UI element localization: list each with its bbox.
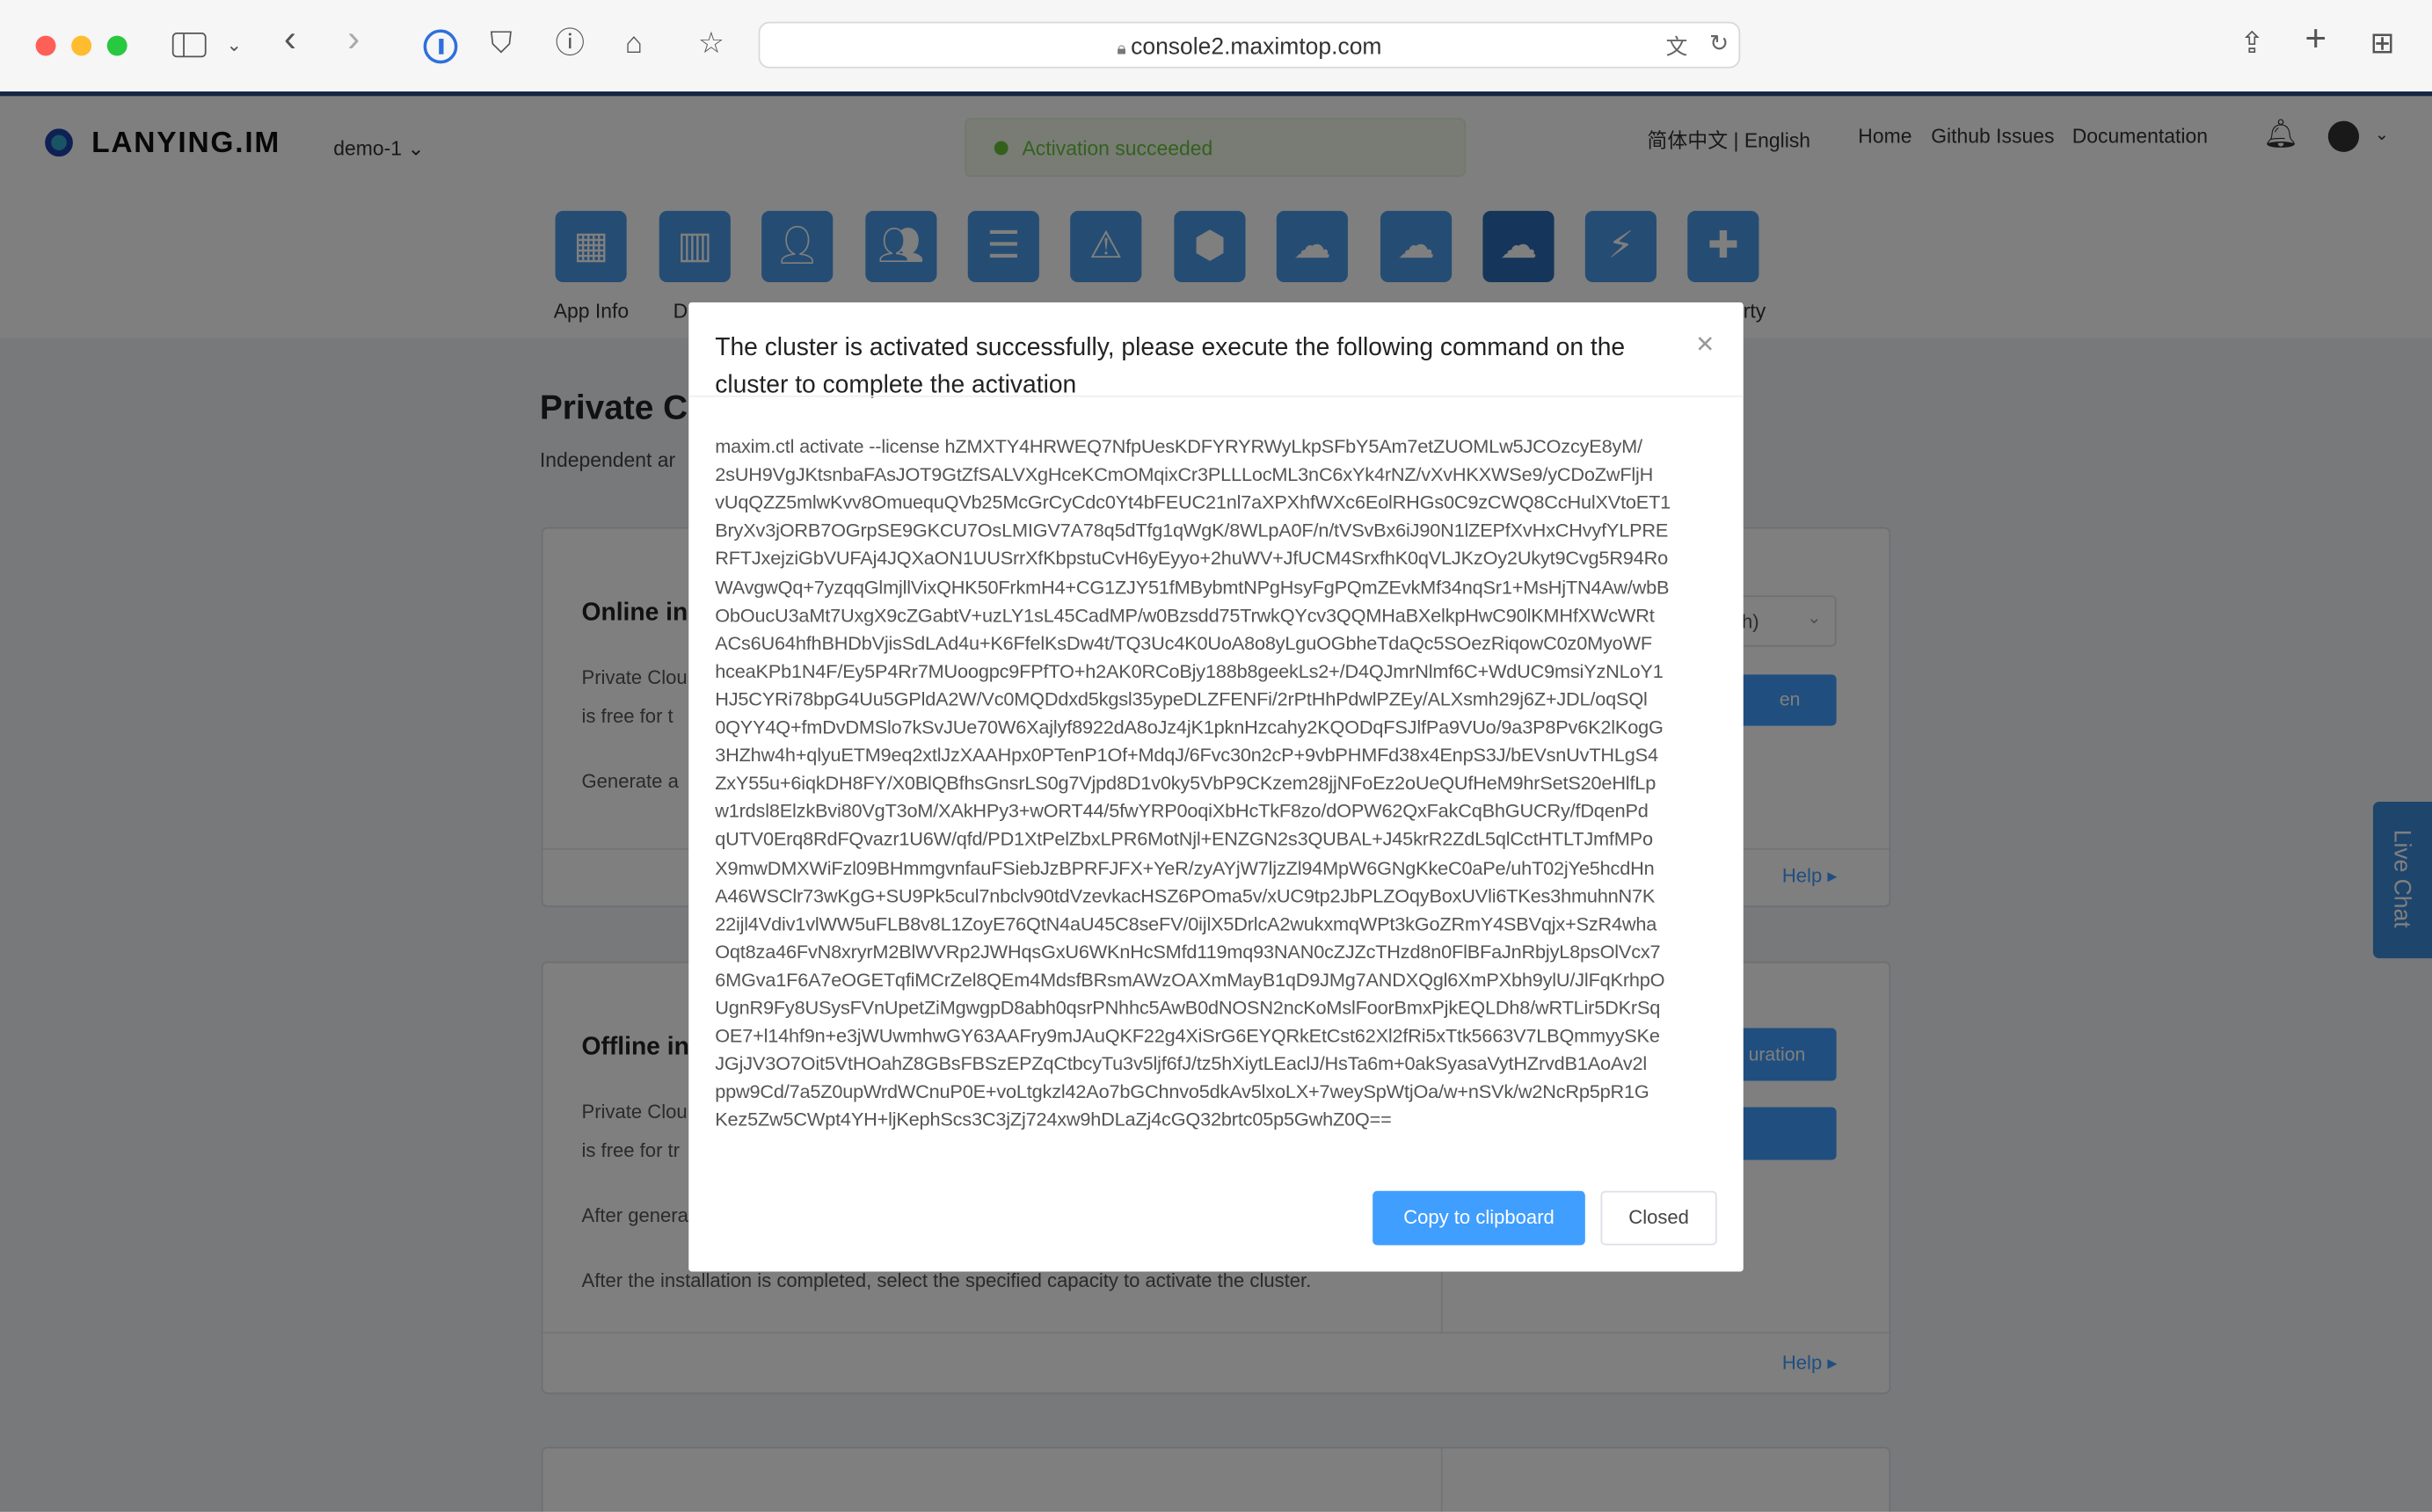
address-bar[interactable]: 🔒︎ console2.maximtop.com 文 ↻ [758, 21, 1741, 69]
back-icon[interactable]: ‹ [284, 21, 296, 59]
command-line: ObOucU3aMt7UxgX9cZGabtV+uzLY1sL45CadMP/w… [715, 604, 1655, 626]
tab-overview-icon[interactable]: ⊞ [2370, 26, 2394, 63]
star-icon[interactable]: ☆ [698, 26, 725, 63]
activation-dialog: The cluster is activated successfully, p… [688, 302, 1744, 1272]
command-line: 3HZhw4h+qlyuETM9eq2xtlJzXAAHpx0PTenP1Of+… [715, 744, 1658, 767]
command-line: ppw9Cd/7a5Z0upWrdWCnuP0E+voLtgkzl42Ao7bG… [715, 1081, 1649, 1103]
new-tab-icon[interactable]: + [2305, 21, 2326, 59]
share-icon[interactable]: ⇪ [2239, 26, 2264, 63]
command-line: maxim.ctl activate --license hZMXTY4HRWE… [715, 435, 1642, 458]
password-manager-icon[interactable] [423, 29, 458, 64]
command-line: 6MGva1F6A7eOGETqfiMCrZel8QEm4MdsfBRsmAWz… [715, 969, 1665, 992]
command-line: HJ5CYRi78bpG4Uu5GPldA2W/Vc0MQDdxd5kgsl35… [715, 688, 1648, 710]
close-icon[interactable]: ✕ [1695, 331, 1715, 359]
command-line: A46WSClr73wKgG+SU9Pk5cul7nbclv90tdVzevka… [715, 884, 1656, 907]
close-window-icon[interactable] [35, 35, 56, 56]
command-line: hceaKPb1N4F/Ey5P4Rr7MUoogpc9FPfTO+h2AK0R… [715, 660, 1664, 682]
command-line: w1rdsl8ElzkBvi80VgT3oM/XAkHPy3+wORT44/5f… [715, 800, 1649, 823]
command-line: X9mwDMXWiFzl09BHmmgvnfauFSiebJzBPRFJFX+Y… [715, 856, 1655, 879]
lock-icon: 🔒︎ [1117, 40, 1132, 60]
sidebar-icon[interactable] [171, 33, 207, 58]
shield-icon[interactable]: ⛉ [490, 26, 512, 63]
copy-to-clipboard-button[interactable]: Copy to clipboard [1373, 1190, 1585, 1246]
command-line: RFTJxejziGbVUFAj4JQXaON1UUSrrXfKbpstuCvH… [715, 548, 1668, 571]
command-line: JGjJV3O7Oit5VtHOahZ8GBsFBSzEPZqCtbcyTu3v… [715, 1053, 1648, 1075]
forward-icon[interactable]: › [347, 21, 360, 59]
translate-icon[interactable]: 文 [1666, 31, 1688, 62]
reload-icon[interactable]: ↻ [1709, 30, 1729, 57]
command-line: vUqQZZ5mlwKvv8OmuequQVb25McGrCyCdc0Yt4bF… [715, 491, 1671, 514]
command-line: UgnR9Fy8USysFVnUpetZiMgwgpD8abh0qsrPNhhc… [715, 997, 1661, 1019]
command-line: WAvgwQq+7yzqqGlmjllVixQHK50FrkmH4+CG1ZJY… [715, 576, 1670, 599]
dialog-title: The cluster is activated successfully, p… [715, 335, 1626, 399]
command-line: ACs6U64hfhBHDbVjisSdLAd4u+K6FfelKsDw4t/T… [715, 632, 1652, 654]
url-text: console2.maximtop.com [1131, 33, 1382, 61]
info-icon[interactable]: ⓘ [556, 26, 586, 63]
command-line: 0QYY4Q+fmDvDMSlo7kSvJUe70W6Xajlyf8922dA8… [715, 716, 1664, 738]
minimize-window-icon[interactable] [71, 35, 92, 56]
command-line: 2sUH9VgJKtsnbaFAsJOT9GtZfSALVXgHceKCmOMq… [715, 463, 1654, 486]
command-line: 22ijl4Vdiv1vlWW5uFLB8v8L1ZoyE76QtN4aU45C… [715, 912, 1657, 935]
command-line: OE7+l14hf9n+e3jWUwmhwGY63AAFry9mJAuQKF22… [715, 1025, 1660, 1047]
zoom-window-icon[interactable] [106, 35, 127, 56]
command-line: Oqt8za46FvN8xryrM2BlWVRp2JWHqsGxU6WKnHcS… [715, 941, 1661, 963]
home-icon[interactable]: ⌂ [625, 26, 643, 63]
command-line: BryXv3jORB7OGrpSE9GKCU7OsLMIGV7A78q5dTfg… [715, 520, 1669, 542]
close-button[interactable]: Closed [1600, 1190, 1717, 1246]
command-line: Kez5Zw5CWpt4YH+ljKephScs3C3jZj724xw9hDLa… [715, 1109, 1392, 1131]
command-line: ZxY55u+6iqkDH8FY/X0BlQBfhsGnsrLS0g7Vjpd8… [715, 772, 1657, 795]
command-line: qUTV0Erq8RdFQvazr1U6W/qfd/PD1XtPelZbxLPR… [715, 828, 1653, 851]
chevron-down-icon[interactable]: ⌄ [227, 26, 243, 63]
